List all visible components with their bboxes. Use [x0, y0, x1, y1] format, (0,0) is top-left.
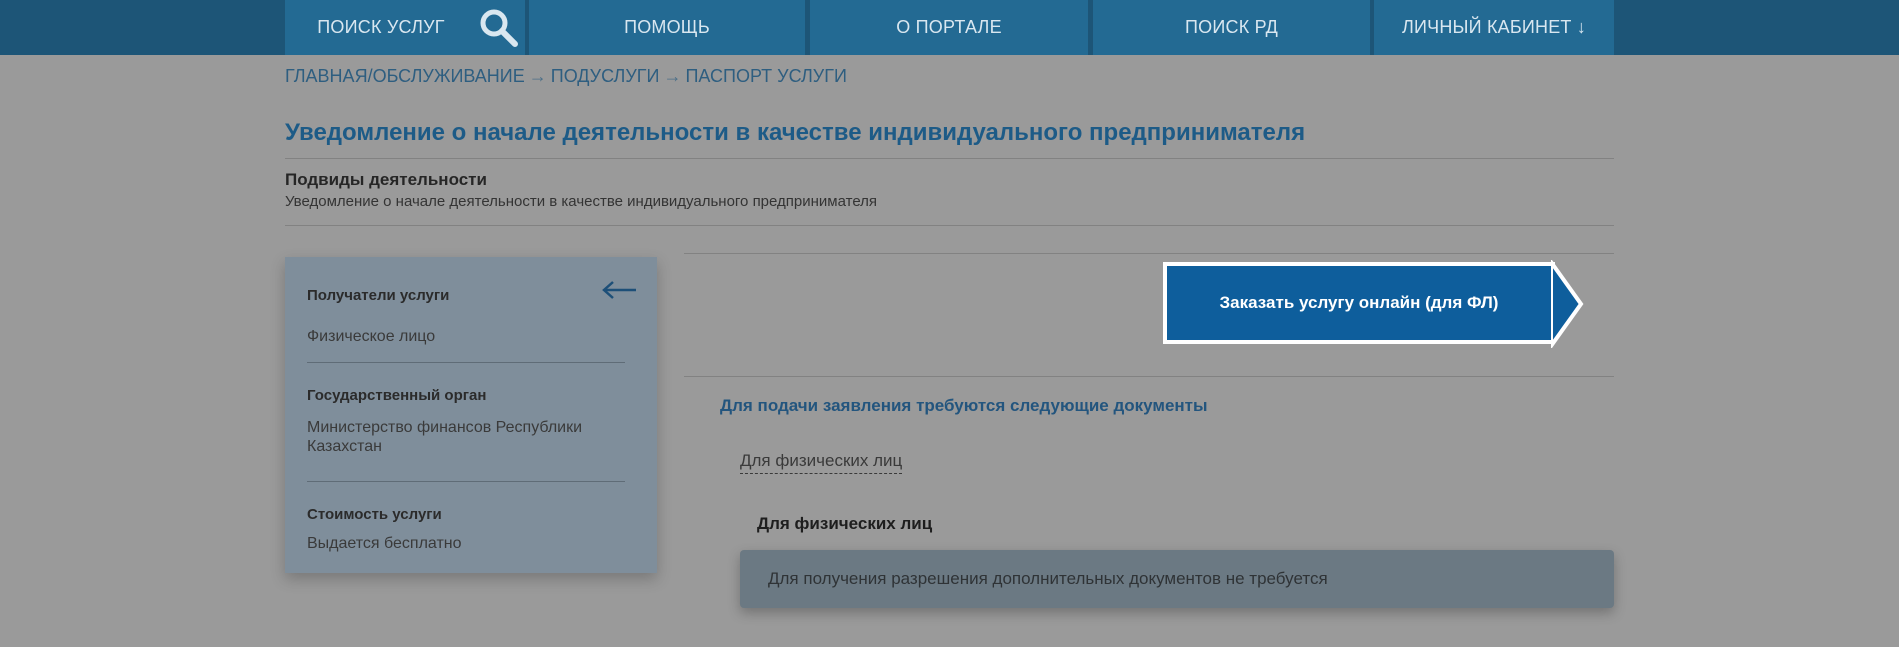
order-service-online-button-wrap: Заказать услугу онлайн (для ФЛ) — [1163, 255, 1593, 353]
arrow-left-icon[interactable] — [602, 280, 638, 305]
breadcrumb-separator: → — [528, 66, 547, 86]
subtypes-value: Уведомление о начале деятельности в каче… — [285, 193, 878, 210]
sidebar-divider — [307, 362, 625, 363]
nav-search-rd[interactable]: ПОИСК РД — [1093, 0, 1370, 55]
service-info-panel: Получатели услуги Физическое лицо Госуда… — [285, 257, 657, 573]
documents-notice: Для получения разрешения дополнительных … — [740, 550, 1614, 608]
title-divider — [285, 158, 1614, 159]
nav-about-portal[interactable]: О ПОРТАЛЕ — [810, 0, 1088, 55]
breadcrumb: ГЛАВНАЯ/ОБСЛУЖИВАНИЕ → ПОДУСЛУГИ → ПАСПОРТ У… — [285, 66, 847, 87]
documents-section-title: Для физических лиц — [757, 514, 933, 533]
agency-label: Государственный орган — [307, 387, 487, 404]
nav-search-services-label: ПОИСК УСЛУГ — [317, 17, 445, 37]
page-title: Уведомление о начале деятельности в каче… — [285, 119, 1306, 146]
sidebar-divider — [307, 481, 625, 482]
breadcrumb-subservices[interactable]: ПОДУСЛУГИ — [551, 66, 660, 86]
documents-notice-text: Для получения разрешения дополнительных … — [768, 569, 1328, 588]
content-middle-divider — [684, 376, 1614, 377]
nav-personal-cabinet[interactable]: ЛИЧНЫЙ КАБИНЕТ ↓ — [1374, 0, 1614, 55]
nav-about-portal-label: О ПОРТАЛЕ — [896, 17, 1002, 37]
cost-label: Стоимость услуги — [307, 506, 442, 523]
recipients-label: Получатели услуги — [307, 287, 450, 304]
breadcrumb-separator: → — [663, 66, 682, 86]
cost-value: Выдается бесплатно — [307, 535, 462, 552]
nav-personal-cabinet-label: ЛИЧНЫЙ КАБИНЕТ ↓ — [1401, 17, 1587, 37]
nav-help[interactable]: ПОМОЩЬ — [529, 0, 805, 55]
documents-heading: Для подачи заявления требуются следующие… — [720, 396, 1208, 415]
recipients-value: Физическое лицо — [307, 328, 436, 345]
subtypes-divider — [285, 225, 1614, 226]
breadcrumb-service-passport[interactable]: ПАСПОРТ УСЛУГИ — [685, 66, 846, 86]
agency-value: Министерство финансов Республики Казахст… — [307, 419, 583, 455]
order-service-online-button[interactable]: Заказать услугу онлайн (для ФЛ) — [1163, 262, 1555, 344]
subtypes-label: Подвиды деятельности — [285, 170, 487, 189]
nav-search-services[interactable]: ПОИСК УСЛУГ — [285, 0, 525, 55]
nav-search-rd-label: ПОИСК РД — [1185, 17, 1278, 37]
nav-help-label: ПОМОЩЬ — [624, 17, 710, 37]
search-icon[interactable] — [477, 6, 521, 55]
content-top-divider — [684, 253, 1614, 254]
chevron-right-icon[interactable] — [1549, 255, 1585, 353]
tab-individuals[interactable]: Для физических лиц — [740, 451, 903, 474]
breadcrumb-home[interactable]: ГЛАВНАЯ/ОБСЛУЖИВАНИЕ — [285, 66, 525, 86]
